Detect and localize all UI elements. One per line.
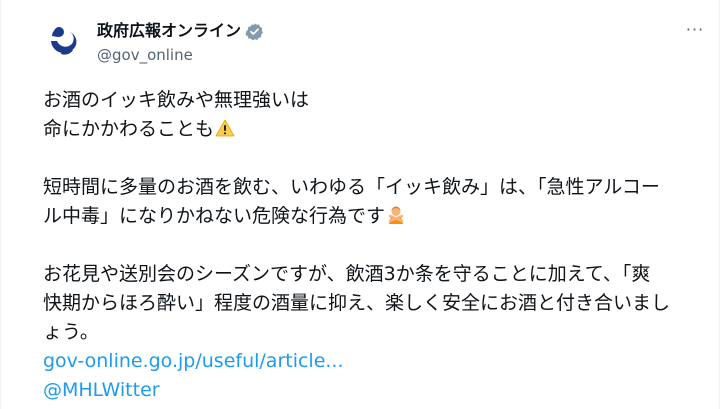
article-link[interactable]: gov-online.go.jp/useful/article... xyxy=(43,347,703,376)
post-line: お花見や送別会のシーズンですが、飲酒3か条を守ることに加えて、「爽 xyxy=(43,263,651,285)
post-body: お酒のイッキ飲みや無理強いは 命にかかわることも 短時間に多量のお酒を飲む、いわ… xyxy=(43,86,703,405)
post-line: 快期からほろ酔い」程度の酒量に抑え、楽しく安全にお酒と付き合いまし xyxy=(43,292,671,314)
post-line: ル中毒」になりかねない危険な行為です xyxy=(43,202,703,231)
verified-badge-icon[interactable] xyxy=(245,22,264,41)
government-logo-icon xyxy=(43,20,83,60)
post-line-text: 命にかかわることも xyxy=(43,118,215,140)
post-line: 命にかかわることも xyxy=(43,115,703,144)
more-options-button[interactable]: ··· xyxy=(683,20,707,40)
post-line: お酒のイッキ飲みや無理強いは xyxy=(43,89,310,111)
mention-link[interactable]: @MHLWitter xyxy=(43,376,703,405)
author-display-name[interactable]: 政府広報オンライン xyxy=(97,20,264,42)
post-line: 短時間に多量のお酒を飲む、いわゆる「イッキ飲み」は、「急性アルコー xyxy=(43,176,660,198)
post-card[interactable]: 政府広報オンライン @gov_online ··· お酒のイッキ飲みや無理強いは… xyxy=(0,0,720,409)
author-handle[interactable]: @gov_online xyxy=(97,45,193,65)
warning-icon xyxy=(215,118,235,138)
post-line: ょう。 xyxy=(43,321,99,343)
person-gesturing-no-icon xyxy=(386,205,406,225)
post-line-text: ル中毒」になりかねない危険な行為です xyxy=(43,205,386,227)
display-name-text: 政府広報オンライン xyxy=(97,21,242,40)
author-avatar[interactable] xyxy=(43,20,83,60)
